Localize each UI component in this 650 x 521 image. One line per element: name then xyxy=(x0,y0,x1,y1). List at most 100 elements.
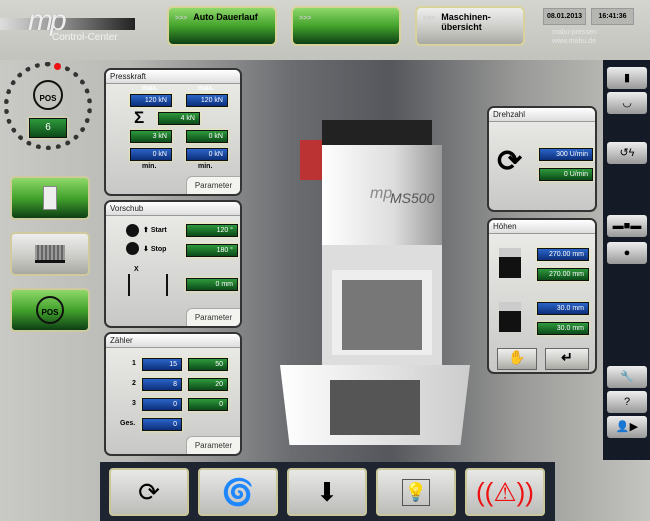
pos-icon: POS xyxy=(33,80,63,110)
cycle-button[interactable]: ⟳ xyxy=(109,468,189,516)
help-icon: ? xyxy=(623,396,631,408)
company-info: mabu-pressen www.mabu.de xyxy=(552,28,597,46)
sidebar-button-3[interactable]: ↺ϟ xyxy=(607,142,647,164)
auto-dauerlauf-button[interactable]: >>> Auto Dauerlauf xyxy=(167,6,277,46)
sidebar-button-6[interactable]: 🔧 xyxy=(607,366,647,388)
sidebar-button-1[interactable]: ▮ xyxy=(607,67,647,89)
counter-label: Ges. xyxy=(120,420,136,427)
start-angle[interactable]: 120 ° xyxy=(186,224,238,237)
sidebar-button-8[interactable]: 👤▶ xyxy=(607,416,647,438)
light-button[interactable]: 💡 xyxy=(376,468,456,516)
pos-icon: POS xyxy=(36,296,64,324)
rotation-icon: ⟳ xyxy=(497,145,523,178)
logo-subtitle: Control-Center xyxy=(52,32,118,43)
door-button[interactable] xyxy=(10,176,90,220)
max-label: max. xyxy=(198,85,214,92)
upper-height-actual: 270.00 mm xyxy=(537,268,589,281)
motor-icon xyxy=(35,245,65,263)
parameter-button[interactable]: Parameter xyxy=(186,308,240,326)
hoehen-panel: Höhen 270.00 mm 270.00 mm 30.0 mm 30.0 m… xyxy=(487,218,597,374)
max-label: max. xyxy=(142,85,158,92)
counter-actual: 15 xyxy=(142,358,182,371)
feed-distance-icon xyxy=(128,274,168,296)
download-icon: ⬇ xyxy=(316,476,338,507)
pos-button[interactable]: POS xyxy=(10,288,90,332)
counter-label: 2 xyxy=(132,380,136,387)
sum-force: 4 kN xyxy=(158,112,200,125)
counter-actual: 0 xyxy=(142,398,182,411)
upper-height-setpoint[interactable]: 270.00 mm xyxy=(537,248,589,261)
start-label: ⬆ Start xyxy=(143,227,167,234)
lower-height-setpoint[interactable]: 30.0 mm xyxy=(537,302,589,315)
sidebar-button-7[interactable]: ? xyxy=(607,391,647,413)
presskraft-panel: Presskraft max. max. 120 kN 120 kN Σ 4 k… xyxy=(104,68,242,196)
sidebar-button-5[interactable]: ● xyxy=(607,242,647,264)
feed-distance[interactable]: 0 mm xyxy=(186,278,238,291)
position-marker xyxy=(54,63,61,70)
button-label: Maschinen- übersicht xyxy=(441,12,491,32)
lower-height-icon xyxy=(499,302,521,332)
panel-title: Zähler xyxy=(106,334,240,348)
magnet-icon: ◡ xyxy=(622,97,632,109)
date-display: 08.01.2013 xyxy=(543,8,586,25)
panel-title: Vorschub xyxy=(106,202,240,216)
min-label: min. xyxy=(198,163,213,170)
arrow-icon: >>> xyxy=(423,15,436,22)
enter-icon: ↵ xyxy=(561,349,573,365)
motor-button[interactable] xyxy=(10,232,90,276)
enter-button[interactable]: ↵ xyxy=(545,348,589,370)
counter-target[interactable]: 0 xyxy=(188,398,228,411)
stop-angle[interactable]: 180 ° xyxy=(186,244,238,257)
machine-brand: mp xyxy=(370,185,393,202)
start-text: Start xyxy=(150,227,167,234)
user-login-icon: 👤▶ xyxy=(615,421,639,433)
panel-title: Drehzahl xyxy=(489,108,595,122)
min-label: min. xyxy=(142,163,157,170)
feed-off-icon: ▬■▬ xyxy=(612,220,642,232)
drehzahl-panel: Drehzahl ⟳ 300 U/min 0 U/min xyxy=(487,106,597,212)
counter-total: 0 xyxy=(142,418,182,431)
button-label: Auto Dauerlauf xyxy=(193,12,258,22)
speed-actual: 0 U/min xyxy=(539,168,593,181)
min-force-2[interactable]: 0 kN xyxy=(186,148,228,161)
actual-force-2: 0 kN xyxy=(186,130,228,143)
mode-button[interactable]: >>> xyxy=(291,6,401,46)
parameter-button[interactable]: Parameter xyxy=(186,436,240,454)
logo-bar xyxy=(0,18,135,30)
spiral-icon: 🌀 xyxy=(221,476,255,507)
alarm-button[interactable]: ((⚠)) xyxy=(465,468,545,516)
position-value: 6 xyxy=(29,118,67,138)
roller-icon xyxy=(126,242,139,255)
stop-label: ⬇ Stop xyxy=(143,246,167,253)
sidebar-button-2[interactable]: ◡ xyxy=(607,92,647,114)
wrench-icon: 🔧 xyxy=(620,371,634,383)
max-force-1[interactable]: 120 kN xyxy=(130,94,172,107)
lower-height-actual: 30.0 mm xyxy=(537,322,589,335)
hand-icon: ✋ xyxy=(508,349,526,365)
parameter-button[interactable]: Parameter xyxy=(186,176,240,194)
lubrication-button[interactable]: 🌀 xyxy=(198,468,278,516)
maschinen-uebersicht-button[interactable]: >>> Maschinen- übersicht xyxy=(415,6,525,46)
door-icon xyxy=(43,186,57,210)
actual-force-1: 3 kN xyxy=(130,130,172,143)
rotation-lightning-icon: ↺ϟ xyxy=(619,147,635,159)
min-force-1[interactable]: 0 kN xyxy=(130,148,172,161)
download-button[interactable]: ⬇ xyxy=(287,468,367,516)
machine-model: MS500 xyxy=(390,190,435,206)
x-label: X xyxy=(134,266,139,273)
hand-button[interactable]: ✋ xyxy=(497,348,537,370)
roller-feed-icon: ● xyxy=(623,247,631,259)
max-force-2[interactable]: 120 kN xyxy=(186,94,228,107)
sidebar-button-4[interactable]: ▬■▬ xyxy=(607,215,647,237)
cycle-icon: ⟳ xyxy=(138,476,160,507)
counter-target[interactable]: 20 xyxy=(188,378,228,391)
panel-title: Presskraft xyxy=(106,70,240,84)
counter-actual: 8 xyxy=(142,378,182,391)
roller-icon xyxy=(126,224,139,237)
panel-title: Höhen xyxy=(489,220,595,234)
counter-target[interactable]: 50 xyxy=(188,358,228,371)
counter-label: 1 xyxy=(132,360,136,367)
stop-text: Stop xyxy=(150,246,167,253)
speed-setpoint[interactable]: 300 U/min xyxy=(539,148,593,161)
battery-icon: ▮ xyxy=(623,72,631,84)
